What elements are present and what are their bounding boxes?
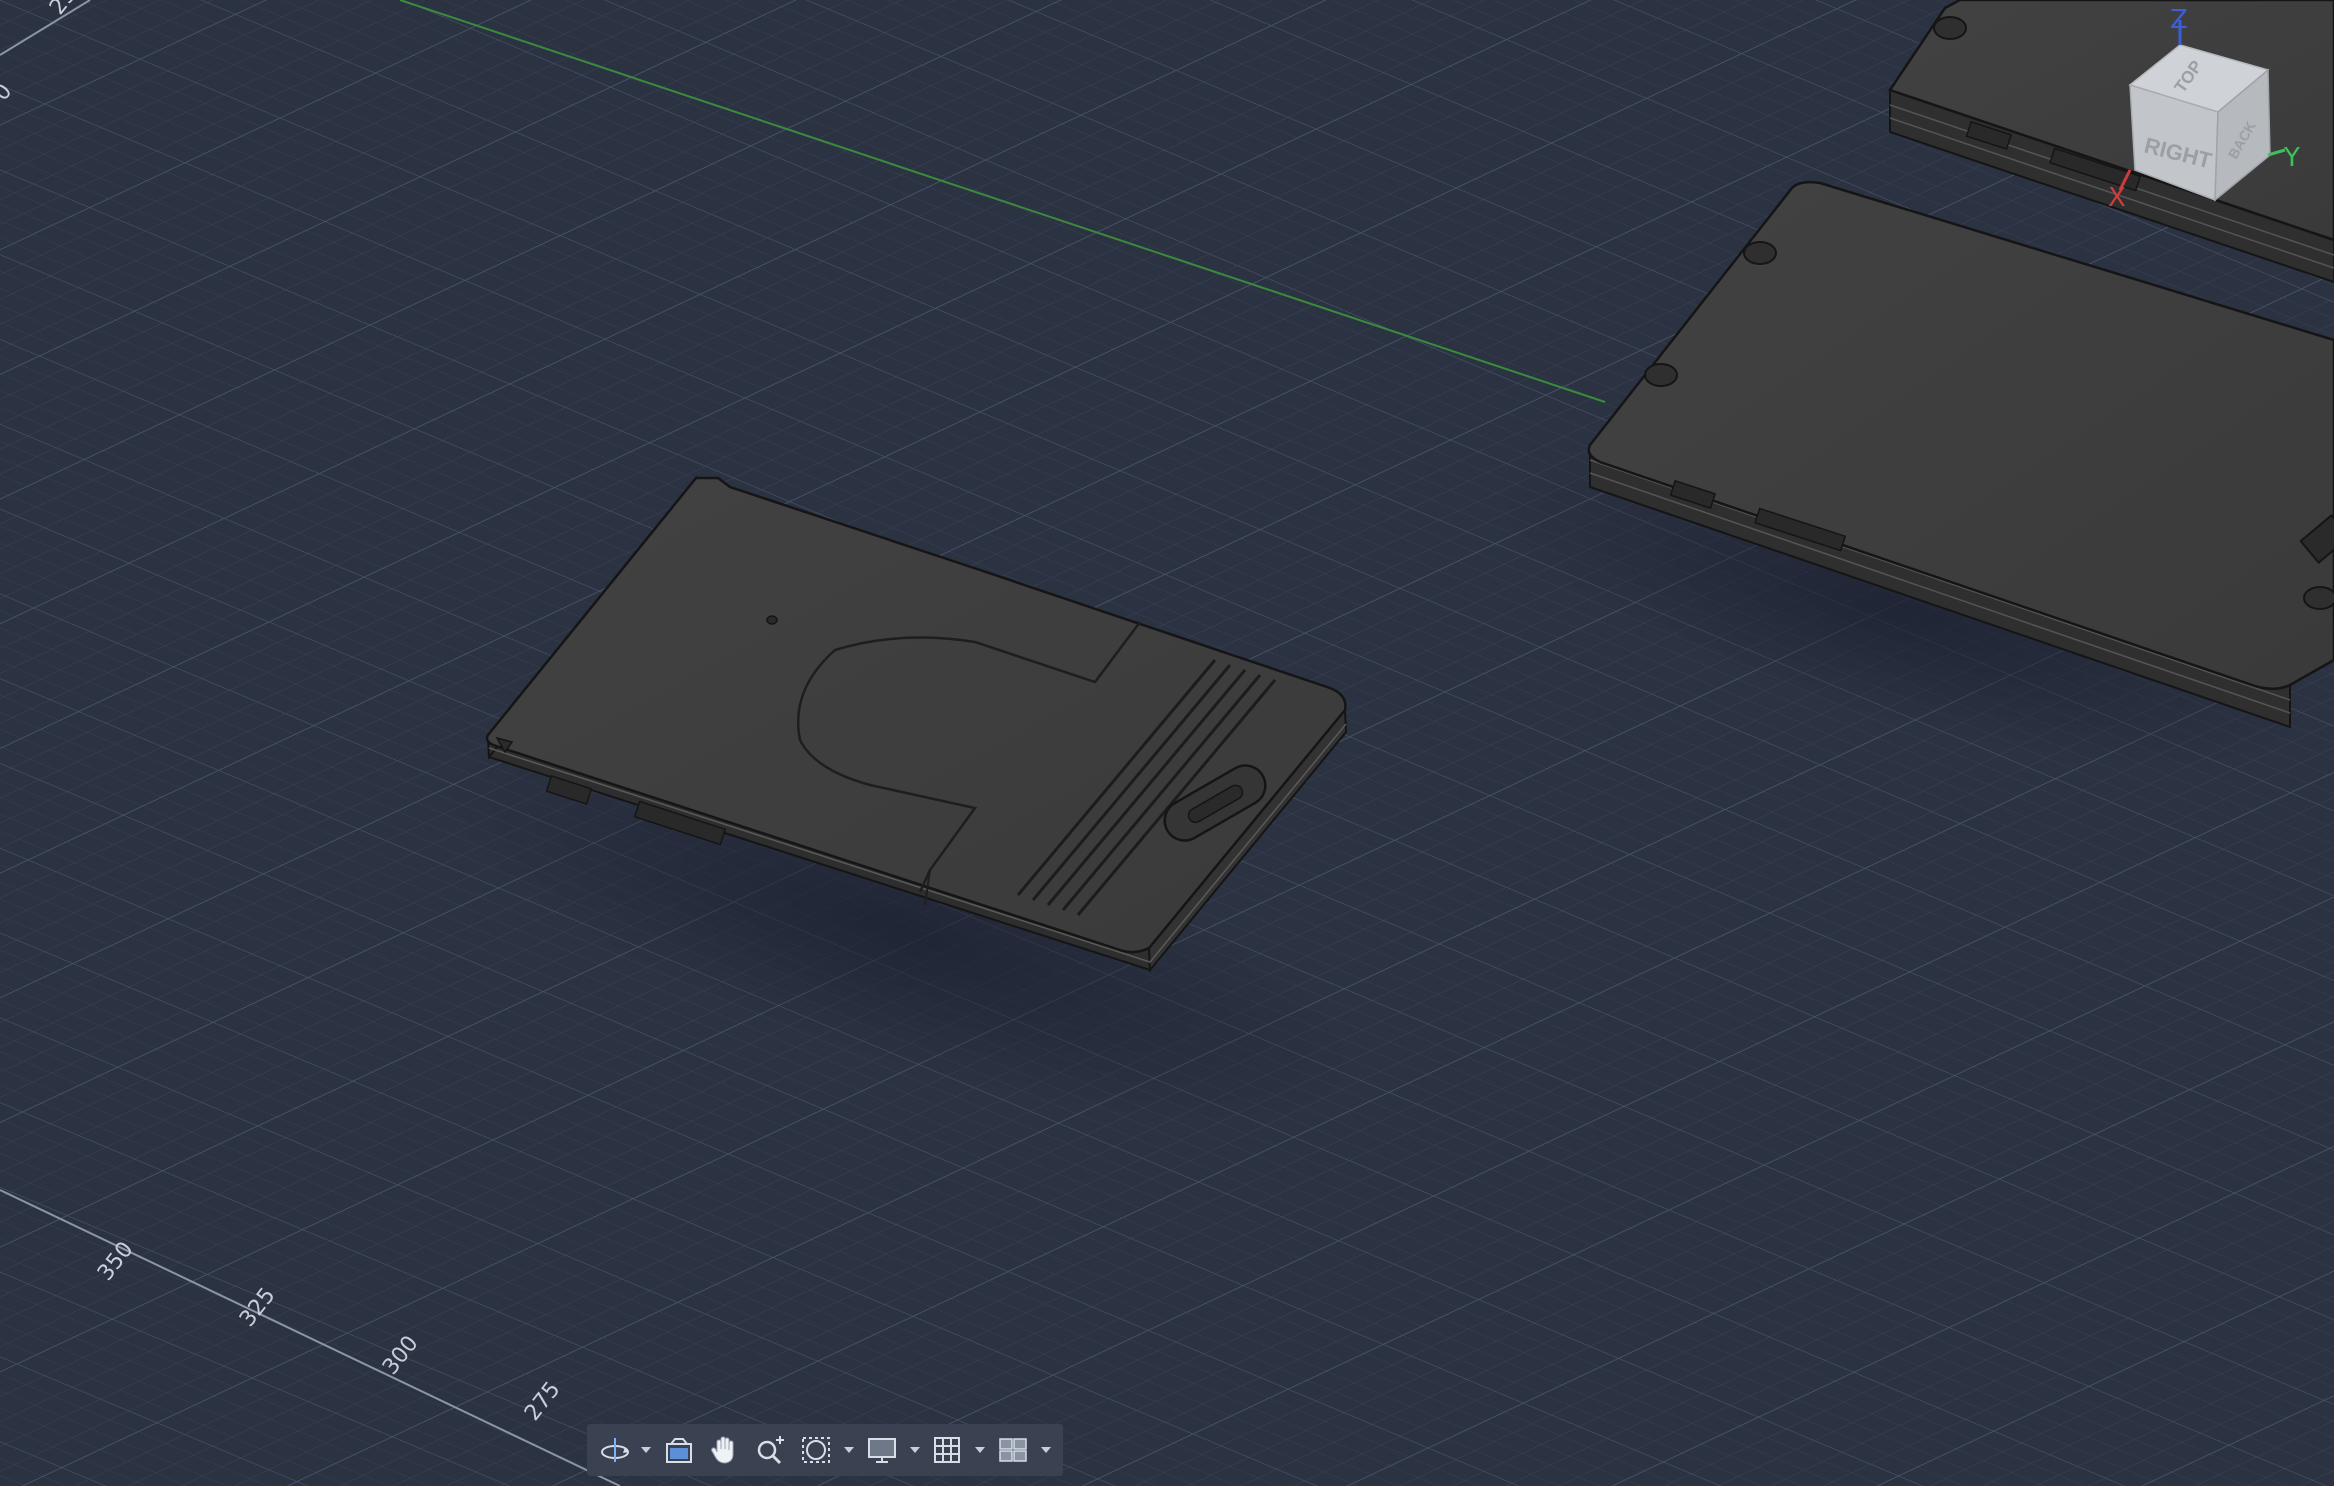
axis-y-label: Y [2283,143,2300,173]
axis-z-label: Z [2170,5,2188,35]
viewports-menu-caret[interactable] [1039,1430,1053,1470]
zoom-icon [757,1436,785,1465]
display-settings-button[interactable] [862,1430,902,1470]
fit-button[interactable] [796,1430,836,1470]
viewports-button[interactable] [993,1430,1033,1470]
chevron-down-icon [909,1447,920,1453]
axis-x-label: X [2108,183,2126,213]
zoom-button[interactable] [750,1430,790,1470]
grid-snap-icon [934,1437,961,1463]
fit-menu-caret[interactable] [842,1430,856,1470]
navigation-toolbar [587,1424,1063,1476]
pan-icon [711,1436,734,1464]
look-at-icon [665,1438,692,1463]
orbit-menu-caret[interactable] [639,1430,653,1470]
orbit-button[interactable] [597,1430,633,1470]
chevron-down-icon [1041,1447,1052,1453]
chevron-down-icon [640,1447,651,1453]
pan-button[interactable] [705,1430,745,1470]
grid-snap-menu-caret[interactable] [973,1430,987,1470]
fit-icon [802,1437,831,1463]
orbit-icon [600,1438,629,1462]
chevron-down-icon [975,1447,986,1453]
viewports-icon [999,1438,1027,1462]
3d-viewport[interactable]: 350 325 300 275 25 0 TOP RIGHT BACK Z X … [0,0,2334,1486]
grid-snap-button[interactable] [928,1430,968,1470]
display-settings-icon [867,1438,896,1463]
look-at-button[interactable] [659,1430,699,1470]
display-settings-menu-caret[interactable] [908,1430,922,1470]
chevron-down-icon [843,1447,854,1453]
